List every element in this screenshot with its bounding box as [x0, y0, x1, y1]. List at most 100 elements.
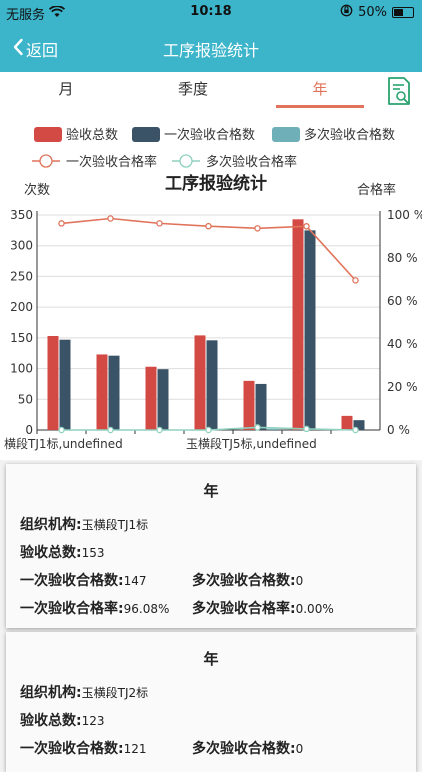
chart-bar	[108, 355, 120, 430]
legend-swatch	[132, 127, 160, 142]
pass-rate-row: 一次验收合格率:96.08% 多次验收合格率:0.00%	[20, 595, 402, 623]
first-pass-label: 一次验收合格数:	[20, 741, 124, 757]
statistics-chart: 验收总数 一次验收合格数 多次验收合格数 一次验收合格率 多次验收合格率 次数 工序报验统计…	[0, 108, 422, 460]
y-tick-label-right: 60 %	[387, 294, 418, 308]
chart-bar	[47, 336, 59, 430]
tab-month[interactable]: 月	[22, 72, 110, 108]
total-value: 153	[81, 546, 105, 560]
pass-count-row: 一次验收合格数:121 多次验收合格数:0	[20, 735, 402, 763]
y-axis-right-label: 合格率	[357, 182, 396, 198]
legend-label: 多次验收合格率	[206, 154, 297, 170]
y-tick-label-left: 200	[10, 300, 33, 314]
tab-quarter[interactable]: 季度	[149, 72, 237, 108]
stat-card-2: 年 组织机构: 玉横段TJ2标 验收总数: 123 一次验收合格数:121 多次…	[6, 632, 416, 772]
y-tick-label-left: 100	[10, 362, 33, 376]
org-label: 组织机构:	[20, 685, 82, 701]
total-label: 验收总数:	[20, 545, 82, 561]
first-pass-value: 147	[123, 574, 147, 588]
total-label: 验收总数:	[20, 713, 82, 729]
y-tick-label-left: 50	[18, 392, 33, 406]
y-tick-label-left: 350	[10, 208, 33, 222]
y-tick-label-left: 150	[10, 331, 33, 345]
y-tick-label-right: 80 %	[387, 251, 418, 265]
y-tick-label-right: 100 %	[387, 208, 422, 222]
chart-bar	[304, 230, 316, 430]
total-row: 验收总数: 153	[20, 539, 402, 567]
chart-bar	[96, 354, 108, 430]
rate-point	[107, 426, 114, 434]
org-row: 组织机构: 玉横段TJ1标	[20, 511, 402, 539]
battery-icon	[392, 7, 414, 18]
legend-swatch	[272, 127, 300, 142]
rate-point	[352, 277, 359, 284]
report-search-button[interactable]	[384, 76, 414, 106]
multi-pass-label: 多次验收合格数:	[192, 573, 296, 589]
multi-pass-label: 多次验收合格数:	[192, 741, 296, 757]
orientation-lock-icon	[340, 4, 353, 21]
rate-point	[205, 222, 212, 230]
total-row: 验收总数: 123	[20, 707, 402, 735]
chart-bar	[341, 415, 353, 430]
y-tick-label-left: 250	[10, 269, 33, 283]
multi-pass-value: 0	[295, 742, 304, 756]
chart-bar	[243, 380, 255, 430]
chart-bar	[255, 383, 267, 430]
rate-point	[254, 424, 261, 431]
rate-point	[303, 223, 310, 230]
org-label: 组织机构:	[20, 517, 82, 533]
rate-point	[352, 426, 359, 434]
org-value: 玉横段TJ1标	[81, 518, 149, 532]
first-pass-value: 121	[123, 742, 147, 756]
y-axis-left-label: 次数	[24, 182, 50, 198]
rate-point	[156, 426, 163, 434]
legend-label: 一次验收合格率	[66, 154, 157, 170]
first-rate-value: 96.08%	[123, 602, 170, 616]
legend-line-marker	[39, 154, 53, 168]
page-title: 工序报验统计	[162, 41, 259, 60]
chart-bar	[292, 219, 304, 430]
chart-bar	[157, 369, 169, 430]
chart-bar	[145, 366, 157, 430]
chart-bar	[267, 428, 279, 430]
org-value: 玉横段TJ2标	[81, 686, 149, 700]
legend-label: 验收总数	[66, 127, 118, 143]
rate-point	[254, 225, 261, 232]
y-tick-label-left: 300	[10, 239, 33, 253]
y-tick-label-right: 20 %	[387, 380, 418, 394]
rate-point	[156, 220, 163, 227]
legend-swatch	[34, 127, 62, 142]
y-tick-label-right: 0 %	[387, 423, 410, 437]
org-row: 组织机构: 玉横段TJ2标	[20, 679, 402, 707]
stat-card-1: 年 组织机构: 玉横段TJ1标 验收总数: 153 一次验收合格数:147 多次…	[6, 464, 416, 628]
legend-label: 一次验收合格数	[164, 127, 255, 143]
period-tabs: 月 季度 年	[0, 72, 422, 108]
rate-point	[58, 220, 65, 227]
pass-count-row: 一次验收合格数:147 多次验收合格数:0	[20, 567, 402, 595]
x-tick-label: 玉横段TJ5标,undefined	[186, 436, 317, 451]
card-title: 年	[203, 482, 219, 500]
first-rate-label: 一次验收合格率:	[20, 601, 124, 617]
x-tick-label: 横段TJ1标,undefined	[4, 436, 123, 451]
multi-rate-label: 多次验收合格率:	[192, 601, 296, 617]
y-tick-label-left: 0	[25, 423, 33, 437]
legend-label: 多次验收合格数	[304, 127, 395, 143]
total-value: 123	[81, 714, 105, 728]
y-tick-label-right: 40 %	[387, 337, 418, 351]
card-title: 年	[203, 650, 219, 668]
chart-svg: 验收总数 一次验收合格数 多次验收合格数一次验收合格率 多次验收合格率次数 工序报验统计…	[4, 127, 422, 451]
first-pass-label: 一次验收合格数:	[20, 573, 124, 589]
rate-point	[303, 425, 310, 433]
battery-percent: 50%	[358, 5, 387, 20]
status-bar: 无服务 10:18 50%	[0, 0, 422, 24]
tab-year[interactable]: 年	[276, 72, 364, 108]
rate-point	[107, 215, 114, 222]
chart-bar	[59, 339, 71, 430]
multi-pass-value: 0	[295, 574, 304, 588]
chart-bar	[206, 340, 218, 430]
legend-line-marker	[179, 154, 193, 168]
nav-bar: 返回 工序报验统计	[0, 24, 422, 72]
rate-point	[205, 426, 212, 434]
chart-bar	[194, 335, 206, 430]
rate-point	[58, 426, 65, 434]
multi-rate-value: 0.00%	[295, 602, 334, 616]
